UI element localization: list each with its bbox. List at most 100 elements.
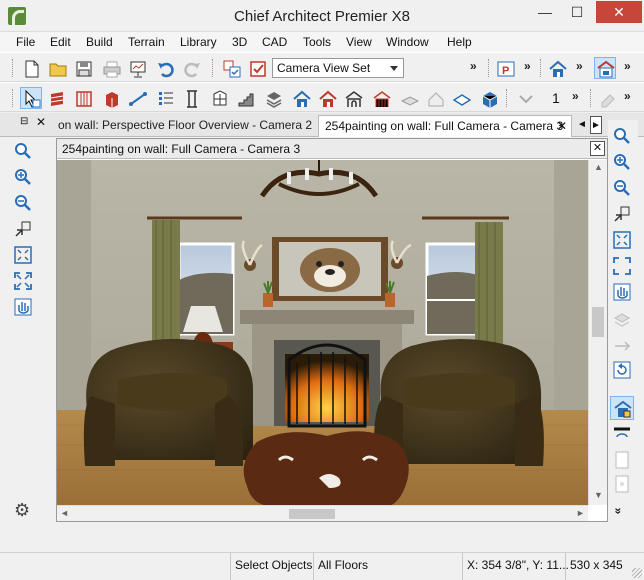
resize-grip[interactable] (632, 568, 642, 578)
print-preview-button[interactable] (126, 57, 148, 79)
menu-window[interactable]: Window (386, 35, 429, 49)
library-stack-button[interactable] (262, 87, 284, 109)
camera-view-set-dropdown[interactable]: Camera View Set (272, 58, 404, 78)
panel-close-button[interactable]: ✕ (36, 115, 46, 129)
window-tool-button[interactable] (208, 87, 230, 109)
toolbar-overflow-button[interactable]: » (624, 59, 631, 73)
maximize-button[interactable]: ☐ (562, 1, 592, 23)
plane-tool-button[interactable] (398, 87, 420, 109)
cabinet-list-button[interactable] (154, 87, 176, 109)
wall-tool-button[interactable] (46, 87, 68, 109)
fill-window-button[interactable] (610, 228, 634, 252)
vertical-scroll-thumb[interactable] (592, 307, 604, 337)
lock-view-button[interactable] (610, 396, 634, 420)
home-view-button[interactable] (546, 57, 568, 79)
dimension-tool-button[interactable] (126, 87, 148, 109)
exterior-view-button[interactable] (316, 87, 338, 109)
toolbar-grip[interactable] (506, 89, 509, 107)
redo-button[interactable] (180, 57, 202, 79)
toolbar-overflow-button[interactable]: » (524, 59, 531, 73)
minimize-button[interactable]: — (530, 1, 560, 23)
undo-zoom-button[interactable] (610, 202, 634, 226)
tab-scroll-left-button[interactable]: ◄ (576, 116, 588, 134)
refresh-button[interactable] (610, 358, 634, 382)
fill-window-building-button[interactable] (11, 269, 35, 293)
fill-window-building-button[interactable] (610, 254, 634, 278)
toolbar-grip[interactable] (590, 89, 593, 107)
save-button[interactable] (72, 57, 94, 79)
open-file-button[interactable] (46, 57, 68, 79)
zoom-in-button[interactable] (610, 150, 634, 174)
dollhouse-view-button[interactable] (342, 87, 364, 109)
scroll-right-arrow[interactable]: ► (576, 508, 585, 518)
zoom-button[interactable] (610, 124, 634, 148)
roof-tool-button[interactable] (424, 87, 446, 109)
page-button[interactable] (610, 448, 634, 472)
toolbar-overflow-button[interactable]: » (576, 59, 583, 73)
zoom-out-button[interactable] (11, 191, 35, 215)
toolbar-grip[interactable] (12, 59, 15, 77)
zoom-out-button[interactable] (610, 176, 634, 200)
menu-3d[interactable]: 3D (232, 35, 247, 49)
toolbar-grip[interactable] (12, 89, 15, 107)
undo-zoom-button[interactable] (11, 217, 35, 241)
horizontal-scrollbar[interactable]: ◄ ► (57, 505, 588, 521)
box-tool-button[interactable] (478, 87, 500, 109)
page-2-button[interactable] (610, 472, 634, 496)
tab-perspective-floor-overview[interactable]: on wall: Perspective Floor Overview - Ca… (52, 115, 314, 137)
camera-view-set-button[interactable] (220, 57, 242, 79)
zoom-button[interactable] (11, 139, 35, 163)
checkbox-view-button[interactable] (246, 57, 268, 79)
pan-button[interactable] (610, 280, 634, 304)
zoom-in-button[interactable] (11, 165, 35, 189)
layer-button[interactable] (610, 308, 634, 332)
eraser-button[interactable] (596, 87, 618, 109)
tab-full-camera[interactable]: 254painting on wall: Full Camera - Camer… (318, 115, 572, 137)
toolbar-overflow-button[interactable]: » (624, 89, 631, 103)
toolbar-overflow-button[interactable]: » (572, 89, 579, 103)
horizontal-scroll-thumb[interactable] (289, 509, 335, 519)
tab-close-button[interactable]: ✕ (557, 116, 567, 136)
cabinet-tool-button[interactable] (100, 87, 122, 109)
scroll-left-arrow[interactable]: ◄ (60, 508, 69, 518)
new-file-button[interactable] (20, 57, 42, 79)
line-style-button[interactable] (610, 422, 634, 446)
menu-cad[interactable]: CAD (262, 35, 287, 49)
3d-render-scene[interactable] (57, 160, 588, 505)
vertical-scrollbar[interactable]: ▲ ▼ (588, 160, 607, 505)
plot-button[interactable]: P (494, 57, 516, 79)
menu-build[interactable]: Build (86, 35, 113, 49)
toolbar-overflow-button[interactable]: » (611, 508, 625, 513)
house-view-button[interactable] (290, 87, 312, 109)
toolbar-overflow-button[interactable]: » (470, 59, 477, 73)
view-close-button[interactable]: ✕ (590, 141, 605, 156)
edit-camera-button[interactable] (594, 57, 616, 79)
pan-button[interactable] (11, 295, 35, 319)
scroll-down-arrow[interactable]: ▼ (594, 490, 603, 500)
select-objects-button[interactable] (20, 87, 42, 109)
panel-pin-button[interactable]: ⊟ (20, 116, 28, 127)
toolbar-grip[interactable] (540, 59, 543, 77)
toolbar-grip[interactable] (212, 59, 215, 77)
gear-icon[interactable]: ⚙ (14, 501, 32, 519)
undo-button[interactable] (154, 57, 176, 79)
stairs-tool-button[interactable] (234, 87, 256, 109)
scroll-up-arrow[interactable]: ▲ (594, 162, 603, 172)
toggle-view-button[interactable] (610, 334, 634, 358)
toolbar-grip[interactable] (488, 59, 491, 77)
menu-view[interactable]: View (346, 35, 372, 49)
fill-window-button[interactable] (11, 243, 35, 267)
chevron-down-button[interactable] (514, 87, 536, 109)
tab-scroll-right-button[interactable]: ► (590, 116, 602, 134)
menu-library[interactable]: Library (180, 35, 217, 49)
slab-tool-button[interactable] (450, 87, 472, 109)
menu-edit[interactable]: Edit (50, 35, 71, 49)
print-button[interactable] (100, 57, 122, 79)
elevation-view-button[interactable] (370, 87, 392, 109)
menu-tools[interactable]: Tools (303, 35, 331, 49)
railing-tool-button[interactable] (72, 87, 94, 109)
menu-terrain[interactable]: Terrain (128, 35, 165, 49)
menu-help[interactable]: Help (447, 35, 472, 49)
door-tool-button[interactable] (180, 87, 202, 109)
menu-file[interactable]: File (16, 35, 35, 49)
